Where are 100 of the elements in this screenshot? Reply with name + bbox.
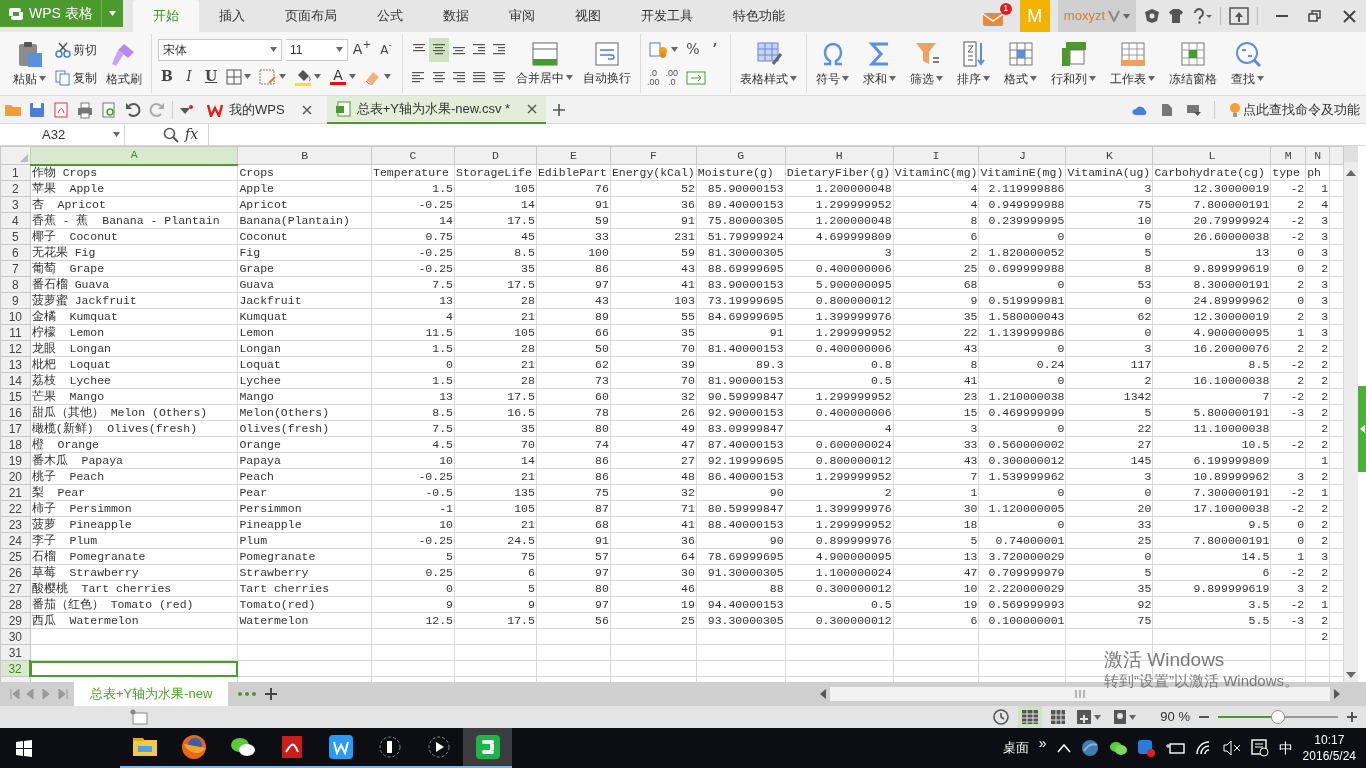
copy-button[interactable]: 复制 [53,65,99,90]
share-button[interactable] [1160,102,1174,117]
column-header[interactable]: K [1065,146,1153,165]
tab-close-button[interactable] [526,102,539,115]
find-button[interactable]: 查找 [1228,34,1267,93]
sheet-tab[interactable]: 总表+Y轴为水果-new [74,682,229,706]
feedback-button[interactable] [1144,8,1160,24]
redo-icon [148,100,166,119]
insert-function-button[interactable]: fx [185,124,199,145]
command-search-button[interactable]: 点此查找命令及功能 [1227,97,1362,122]
taskbar-app[interactable] [463,728,512,768]
menu-tab[interactable]: 公式 [356,0,423,32]
name-box[interactable]: A32 [0,124,125,145]
bold-button[interactable]: B [158,66,176,87]
zoom-slider[interactable] [1218,709,1338,725]
column-header[interactable]: B [237,146,372,165]
undo-button[interactable] [124,100,142,119]
scroll-thumb[interactable] [1344,146,1358,162]
horizontal-scrollbar[interactable] [830,687,1330,701]
paste-button[interactable]: 粘贴 [10,34,49,93]
export-pdf-button[interactable] [52,100,70,119]
help-button[interactable] [1192,8,1212,24]
history-button[interactable] [992,708,1011,726]
save-button[interactable] [28,100,46,119]
rows-columns-button[interactable]: 行和列 [1048,34,1099,93]
menu-tab[interactable]: 视图 [554,0,621,32]
table-cell: 0.560000002 [978,436,1066,453]
column-header[interactable]: D [454,146,537,165]
font-name-dropdown[interactable]: 宋体 [158,38,282,61]
upload-button[interactable] [1229,7,1249,25]
zoom-formula-button[interactable] [163,126,179,143]
toolbar-chevron[interactable]: » [1038,732,1047,754]
menu-tab[interactable]: 特色功能 [712,0,805,32]
side-panel-handle[interactable] [1358,386,1366,472]
sort-button[interactable]: 排序 [954,34,993,93]
column-header[interactable]: I [893,146,979,165]
collapse-ribbon-button[interactable] [1186,102,1202,117]
menu-tab[interactable]: 页面布局 [264,0,357,32]
filter-button[interactable]: 筛选 [907,34,946,93]
column-header[interactable]: N [1305,146,1330,165]
font-color-button[interactable]: A [327,64,358,89]
merge-center-button[interactable]: 合并居中 [513,34,576,93]
comma-style-button[interactable]: ’ [706,39,724,60]
cut-button[interactable]: 剪切 [53,37,99,62]
column-header[interactable]: L [1152,146,1271,165]
percent-button[interactable]: % [684,39,702,60]
app-menu-button[interactable]: WPS 表格 [0,0,101,27]
align-middle-button[interactable] [429,37,449,62]
freeze-panes-button[interactable]: 冻结窗格 [1166,34,1220,93]
column-header[interactable]: E [536,146,611,165]
menu-tab[interactable]: 数据 [422,0,489,32]
app-dropdown-button[interactable] [100,0,123,27]
format-button[interactable]: 格式 [1001,34,1040,93]
table-cell: 芒果 Mango [30,388,238,405]
menu-tab[interactable]: 开发工具 [620,0,713,32]
grow-font-button[interactable]: A$^{+}$ [352,39,372,60]
column-header[interactable]: F [610,146,697,165]
format-painter-button[interactable]: 格式刷 [103,34,145,93]
vertical-scrollbar[interactable] [1344,146,1358,682]
zoom-in-button[interactable] [1346,711,1358,723]
menu-tab[interactable]: 开始 [132,0,199,32]
scroll-right-button[interactable] [1334,689,1340,699]
scroll-left-button[interactable] [820,689,826,699]
clock-time[interactable]: 10:17 [1314,732,1345,748]
mail-button[interactable]: 1 [981,3,1012,29]
print-button[interactable] [76,100,94,119]
document-tab[interactable]: 我的WPS [199,95,293,124]
column-header[interactable]: C [371,146,455,165]
underline-button[interactable]: U [202,66,220,87]
sum-button[interactable]: 求和 [860,34,899,93]
add-sheet-button[interactable] [264,687,279,701]
tab-close-button[interactable] [300,103,313,116]
column-header[interactable]: J [978,146,1066,165]
menu-tab[interactable]: 插入 [198,0,265,32]
desktop-label[interactable]: 桌面 [1002,738,1029,758]
skin-button[interactable] [1168,8,1184,24]
table-cell: 21 [454,308,537,325]
column-header[interactable]: H [785,146,894,165]
column-header[interactable]: G [696,146,786,165]
italic-button[interactable]: I [180,66,198,87]
decrease-decimal-button[interactable]: .00 .0 [665,68,679,87]
symbol-button[interactable]: 符号 [813,34,852,93]
normal-view-button[interactable] [1018,706,1043,728]
column-header[interactable]: M [1270,146,1306,165]
font-size-dropdown[interactable]: 11 [286,38,348,61]
page-break-view-button[interactable] [1050,709,1067,725]
zoom-slider-thumb[interactable] [1271,710,1285,724]
caret-icon [270,47,277,52]
clock-date[interactable]: 2016/5/24 [1302,748,1356,764]
new-tab-button[interactable] [552,102,567,117]
worksheet-button[interactable]: 工作表 [1107,34,1158,93]
input-method-indicator[interactable]: 中 [1278,737,1293,759]
cell-cursor[interactable] [30,660,238,677]
wrap-text-button[interactable]: 自动换行 [580,34,634,93]
print-preview-button[interactable] [100,100,118,119]
shrink-font-button[interactable]: A$^{-}$ [376,40,396,59]
increase-decimal-button[interactable]: .0 .00 [647,68,660,87]
table-style-button[interactable]: 表格样式 [737,34,800,93]
menu-tab[interactable]: 审阅 [488,0,555,32]
customize-button[interactable] [179,104,193,115]
